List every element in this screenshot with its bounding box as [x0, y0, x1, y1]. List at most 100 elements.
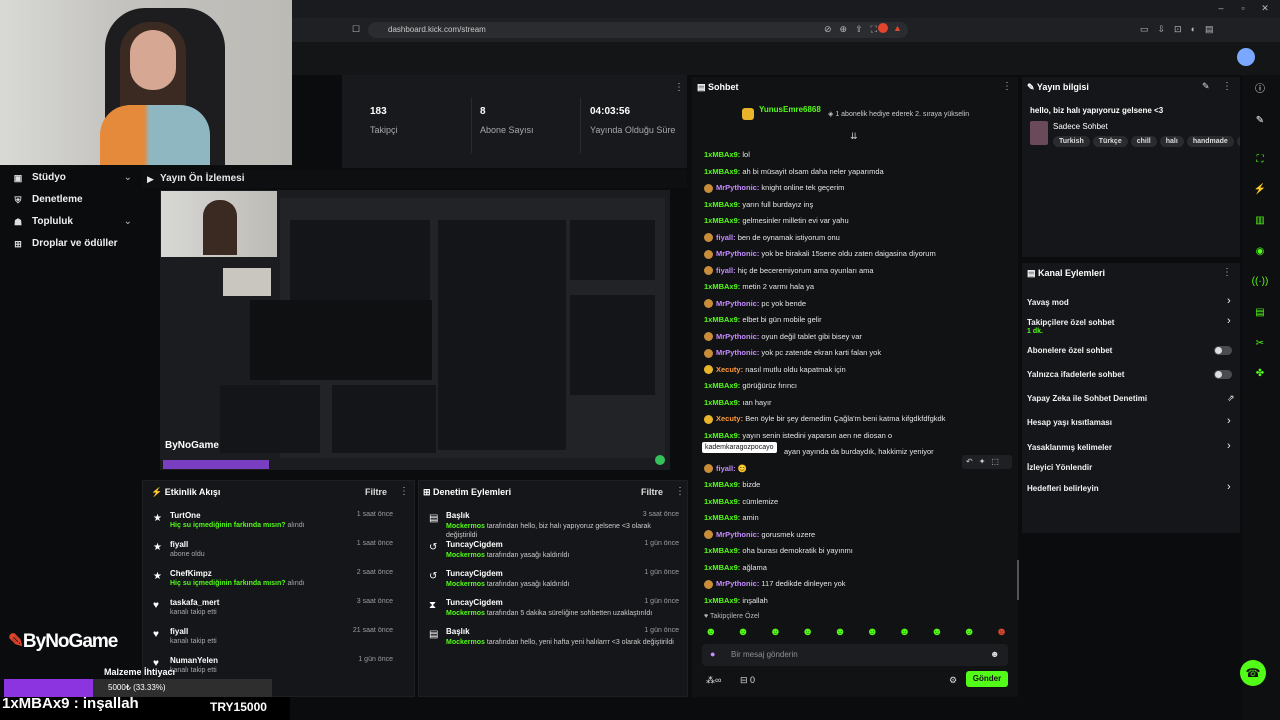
moderation-target[interactable]: TuncayCigdem — [446, 598, 503, 607]
emote-icon[interactable]: ☻ — [867, 626, 879, 638]
tag[interactable]: handmade — [1186, 136, 1234, 147]
chat-message[interactable]: 1xMBAx9: bizde — [704, 479, 760, 491]
chat-username[interactable]: 1xMBAx9: — [704, 167, 742, 176]
info-menu-icon[interactable]: ⋮ — [1222, 81, 1232, 92]
chat-username[interactable]: 1xMBAx9: — [704, 513, 742, 522]
chat-message[interactable]: 1xMBAx9: ah bi müsayit olsam daha neler … — [704, 166, 884, 178]
chat-message[interactable]: MrPythonic: oyun değil tablet gibi bisey… — [704, 331, 862, 343]
chat-username[interactable]: MrPythonic: — [716, 579, 761, 588]
chat-message[interactable]: ayan yayında da burdaydık, hakkimiz yeni… — [784, 446, 934, 458]
message-icon[interactable]: ◉ — [1251, 243, 1269, 261]
tag[interactable]: Turkish — [1053, 136, 1090, 147]
chat-username[interactable]: MrPythonic: — [716, 530, 761, 539]
chat-username[interactable]: fiyall: — [716, 233, 738, 242]
scroll-down-icon[interactable]: ⇊ — [850, 131, 858, 142]
emote-icon[interactable]: ☻ — [770, 626, 782, 638]
chevron-right-icon[interactable]: › — [1227, 440, 1231, 452]
emote-icon[interactable]: ☻ — [996, 626, 1008, 638]
moderation-target[interactable]: TuncayCigdem — [446, 540, 503, 549]
chat-username[interactable]: 1xMBAx9: — [704, 398, 742, 407]
edit-icon[interactable]: ✎ — [1202, 81, 1210, 92]
chat-username[interactable]: fiyall: — [716, 266, 738, 275]
chat-username[interactable]: 1xMBAx9: — [704, 150, 742, 159]
chat-username[interactable]: Xecuty: — [716, 365, 745, 374]
chat-username[interactable]: 1xMBAx9: — [704, 381, 742, 390]
message-actions[interactable]: ↶✦⬚ — [962, 455, 1012, 469]
tag[interactable]: chill — [1130, 136, 1157, 147]
emote-icon[interactable]: ☻ — [705, 626, 717, 638]
chat-message[interactable]: Xecuty: nasıl mutlu oldu kapatmak için — [704, 364, 846, 376]
maximize-icon[interactable]: ▫ — [1236, 3, 1250, 15]
chat-message[interactable]: MrPythonic: gorusmek uzere — [704, 529, 815, 541]
activity-user[interactable]: TurtOne — [170, 511, 201, 520]
browser-actions-icons[interactable]: ▭⇩⊡◐▤ — [1140, 24, 1223, 35]
chat-message[interactable]: 1xMBAx9: ağlama — [704, 562, 767, 574]
chat-username[interactable]: fiyall: — [716, 464, 738, 473]
chat-message[interactable]: 1xMBAx9: cümlemize — [704, 496, 778, 508]
channel-action-label[interactable]: Yapay Zeka ile Sohbet Denetimi — [1027, 394, 1147, 403]
chat-username[interactable]: Xecuty: — [716, 414, 745, 423]
moderation-menu-icon[interactable]: ⋮ — [675, 486, 685, 497]
chat-username[interactable]: 1xMBAx9: — [704, 563, 742, 572]
chevron-right-icon[interactable]: › — [1227, 295, 1231, 307]
emote-icon[interactable]: ☻ — [931, 626, 943, 638]
channel-action-label[interactable]: Hesap yaşı kısıtlaması — [1027, 418, 1112, 427]
tag[interactable]: Türkçe — [1092, 136, 1128, 147]
chat-username[interactable]: 1xMBAx9: — [704, 431, 742, 440]
activity-user[interactable]: fiyall — [170, 540, 188, 549]
tools-icon[interactable]: ✂ — [1251, 335, 1269, 353]
chat-message[interactable]: MrPythonic: yok pc zatende ekran karti f… — [704, 347, 881, 359]
chat-username[interactable]: 1xMBAx9: — [704, 315, 742, 324]
chat-message[interactable]: fiyall: 😊 — [704, 463, 747, 475]
chat-message[interactable]: 1xMBAx9: lol — [704, 149, 750, 161]
moderation-target[interactable]: Başlık — [446, 511, 470, 520]
moderation-filter-button[interactable]: Filtre — [641, 487, 663, 497]
activity-user[interactable]: NumanYelen — [170, 656, 218, 665]
emote-icon[interactable]: ☻ — [737, 626, 749, 638]
puzzle-icon[interactable]: ✤ — [1251, 365, 1269, 383]
tag[interactable]: r — [1236, 136, 1240, 147]
tag[interactable]: halı — [1159, 136, 1184, 147]
chat-menu-icon[interactable]: ⋮ — [1002, 81, 1012, 92]
chat-username[interactable]: MrPythonic: — [716, 332, 761, 341]
sidebar-item-studio[interactable]: ▣ Stüdyo ⌄ — [12, 169, 132, 187]
chat-message[interactable]: Xecuty: Ben öyle bir şey demedim Çağla'm… — [704, 413, 945, 425]
sidebar-item-community[interactable]: ☗ Topluluk ⌄ — [12, 213, 132, 231]
chat-message[interactable]: 1xMBAx9: yarın full burdayız inş — [704, 199, 813, 211]
chat-settings-group-icon[interactable]: ⁂∞ — [706, 675, 721, 686]
channel-action-label[interactable]: Hedefleri belirleyin — [1027, 484, 1099, 493]
chat-username[interactable]: 1xMBAx9: — [704, 200, 742, 209]
lightning-icon[interactable]: ⚡ — [1251, 181, 1269, 199]
emote-icon[interactable]: ☻ — [802, 626, 814, 638]
chat-username[interactable]: MrPythonic: — [716, 183, 761, 192]
chevron-right-icon[interactable]: › — [1227, 415, 1231, 427]
chat-message[interactable]: 1xMBAx9: inşallah — [704, 595, 768, 607]
expand-icon[interactable]: ⛶ — [1251, 151, 1269, 169]
emote-icon[interactable]: ☻ — [963, 626, 975, 638]
chat-message[interactable]: 1xMBAx9: ıan hayır — [704, 397, 772, 409]
sidebar-item-moderation[interactable]: ⛨ Denetleme — [12, 191, 132, 209]
chat-message[interactable]: MrPythonic: pc yok bende — [704, 298, 806, 310]
extension-icon[interactable] — [878, 23, 888, 33]
activity-menu-icon[interactable]: ⋮ — [399, 486, 409, 497]
chat-message[interactable]: fiyall: hiç de beceremiyorum ama oyunlar… — [704, 265, 874, 277]
chat-username[interactable]: 1xMBAx9: — [704, 596, 742, 605]
activity-user[interactable]: taskafa_mert — [170, 598, 219, 607]
moderation-target[interactable]: Başlık — [446, 627, 470, 636]
external-link-icon[interactable]: ⇗ — [1227, 393, 1235, 404]
browser-toolbar-icons[interactable]: ⊘⊕⇪⛶ — [824, 24, 885, 35]
activity-user[interactable]: ChefKimpz — [170, 569, 212, 578]
support-chat-button[interactable]: ☎ — [1240, 660, 1266, 686]
moderation-target[interactable]: TuncayCigdem — [446, 569, 503, 578]
sidebar-item-drops[interactable]: ⊞ Droplar ve ödüller — [12, 235, 132, 253]
chat-username[interactable]: 1xMBAx9: — [704, 216, 742, 225]
chat-message[interactable]: MrPythonic: knight online tek geçerim — [704, 182, 844, 194]
channel-action-label[interactable]: Abonelere özel sohbet — [1027, 346, 1112, 355]
broadcast-icon[interactable]: ((·)) — [1251, 273, 1269, 291]
user-avatar[interactable] — [1237, 48, 1255, 66]
chat-username[interactable]: 1xMBAx9: — [704, 282, 742, 291]
chat-username[interactable]: MrPythonic: — [716, 299, 761, 308]
activity-filter-button[interactable]: Filtre — [365, 487, 387, 497]
send-button[interactable]: Gönder — [966, 671, 1008, 687]
toggle-switch[interactable] — [1214, 370, 1232, 379]
